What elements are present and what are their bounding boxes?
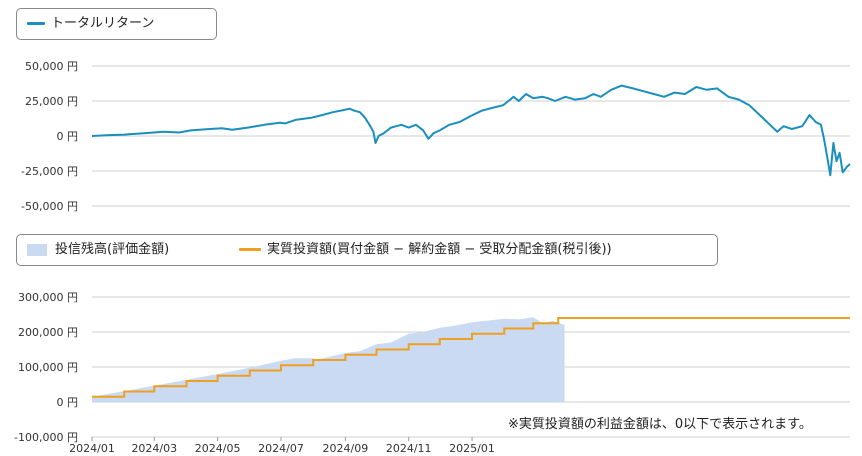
top-y-tick-label: -50,000 円 [21,200,78,213]
x-tick-label: 2024/11 [386,442,432,455]
top-y-tick-label: -25,000 円 [21,165,78,178]
x-tick-label: 2025/01 [449,442,495,455]
bottom-y-tick-label: 100,000 円 [18,361,78,374]
top-chart-grid [92,65,850,207]
total-return-line [91,84,851,177]
chart-stage: トータルリターン 投信残高(評価金額) 実質投資額(買付金額 − 解約金額 − … [0,0,862,456]
top-chart-series [91,84,851,177]
footnote: ※実質投資額の利益金額は、0以下で表示されます。 [508,417,812,432]
bottom-chart-y-axis: 300,000 円200,000 円100,000 円0 円-100,000 円 [14,291,78,444]
x-tick-label: 2024/05 [195,442,241,455]
chart-svg: 50,000 円 25,000 円 0 円 -25,000 円 -50,000 円 30… [14,60,851,455]
top-y-tick-label: 0 円 [57,130,79,143]
x-tick-label: 2024/01 [69,442,115,455]
x-tick-label: 2024/03 [131,442,177,455]
top-y-tick-label: 50,000 円 [25,60,78,73]
top-chart-y-axis: 50,000 円 25,000 円 0 円 -25,000 円 -50,000 円 [21,60,78,213]
bottom-y-tick-label: 300,000 円 [18,291,78,304]
bottom-y-tick-label: 0 円 [57,396,79,409]
bottom-chart-x-axis: 2024/01 2024/03 2024/05 2024/07 2024/09 2024/… [69,437,495,455]
x-tick-label: 2024/09 [323,442,369,455]
x-tick-label: 2024/07 [258,442,304,455]
top-y-tick-label: 25,000 円 [25,95,78,108]
bottom-y-tick-label: 200,000 円 [18,326,78,339]
